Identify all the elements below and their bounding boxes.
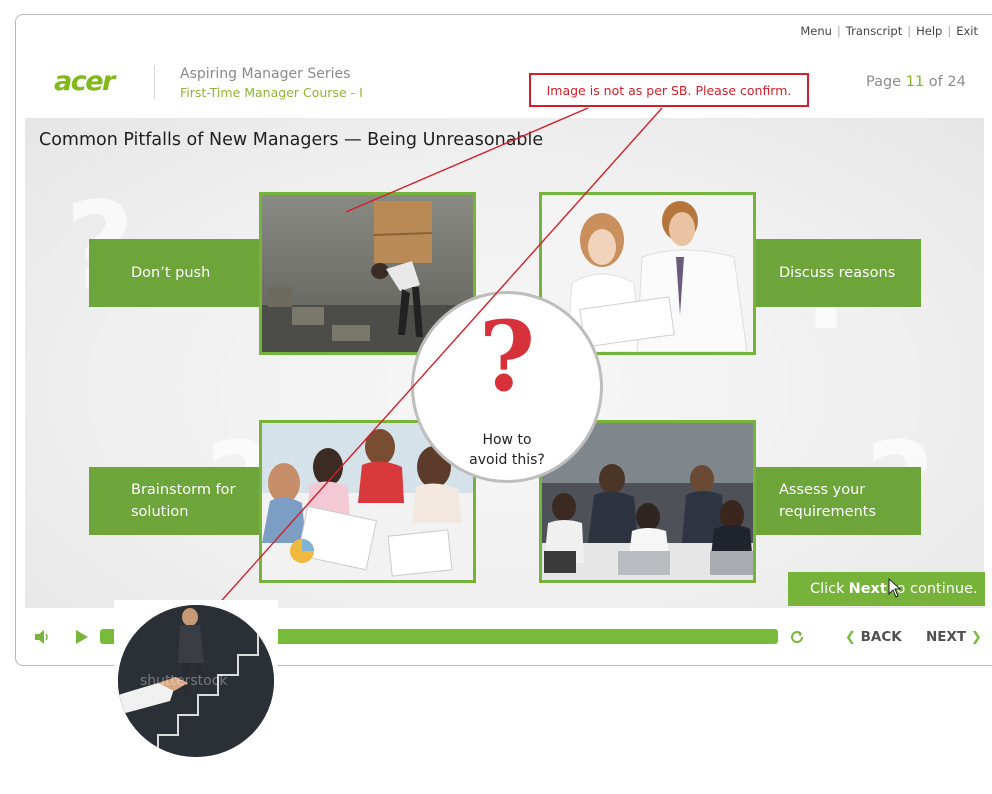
- center-question-circle: ? How to avoid this?: [411, 291, 603, 483]
- nav-separator: |: [907, 24, 912, 38]
- tip-label-line: requirements: [779, 504, 877, 520]
- thumbnail-watermark: shutterstock: [140, 673, 228, 689]
- chevron-left-icon: ❮: [845, 630, 856, 645]
- exit-link[interactable]: Exit: [956, 24, 978, 38]
- replay-icon[interactable]: [789, 629, 805, 649]
- next-label: NEXT: [926, 629, 967, 645]
- transcript-link[interactable]: Transcript: [846, 24, 902, 38]
- slide-title: Common Pitfalls of New Managers — Being …: [39, 130, 544, 150]
- tip-discuss-reasons: Discuss reasons: [750, 239, 921, 307]
- center-question-line: avoid this?: [469, 452, 545, 468]
- tip-brainstorm: Brainstorm for solution: [89, 467, 264, 535]
- acer-logo: acer: [54, 66, 115, 97]
- page-indicator: Page 11 of 24: [866, 74, 966, 90]
- help-link[interactable]: Help: [916, 24, 942, 38]
- center-question-line: How to: [482, 432, 532, 448]
- menu-link[interactable]: Menu: [800, 24, 832, 38]
- volume-icon[interactable]: [34, 629, 50, 648]
- series-title: Aspiring Manager Series: [180, 66, 351, 82]
- chevron-right-icon: ❯: [970, 630, 982, 645]
- header-divider: [154, 65, 155, 99]
- tip-label: Assess your requirements: [779, 479, 876, 523]
- back-button[interactable]: ❮ BACK: [845, 629, 902, 645]
- course-title: First-Time Manager Course - I: [180, 85, 363, 100]
- tip-label: Discuss reasons: [779, 265, 896, 281]
- tip-label: Brainstorm for solution: [131, 479, 236, 523]
- nav-separator: |: [947, 24, 952, 38]
- click-next-prompt: Click Next to continue.: [788, 572, 985, 606]
- cta-text-after: to continue.: [890, 581, 978, 597]
- page-current: 11: [905, 74, 925, 90]
- center-question-text: How to avoid this?: [414, 430, 600, 470]
- review-comment-box: Image is not as per SB. Please confirm.: [529, 73, 809, 107]
- tip-dont-push: Don’t push: [89, 239, 264, 307]
- suggested-image-thumbnail: shutterstock: [118, 605, 274, 757]
- tip-label-line: Assess your: [779, 482, 866, 498]
- tip-label-line: solution: [131, 504, 189, 520]
- page-total: of 24: [928, 74, 966, 90]
- back-label: BACK: [860, 629, 902, 645]
- cta-next-bold: Next: [848, 581, 887, 597]
- page-label: Page: [866, 74, 902, 90]
- nav-separator: |: [836, 24, 841, 38]
- tip-label: Don’t push: [131, 265, 211, 281]
- play-icon[interactable]: [76, 629, 88, 648]
- next-button[interactable]: NEXT ❯: [926, 629, 982, 645]
- tip-assess: Assess your requirements: [750, 467, 921, 535]
- cursor-icon: [888, 578, 902, 598]
- question-mark-icon: ?: [478, 300, 536, 413]
- tip-label-line: Brainstorm for: [131, 482, 236, 498]
- top-navigation: Menu | Transcript | Help | Exit: [800, 24, 978, 38]
- cta-text-before: Click: [810, 581, 845, 597]
